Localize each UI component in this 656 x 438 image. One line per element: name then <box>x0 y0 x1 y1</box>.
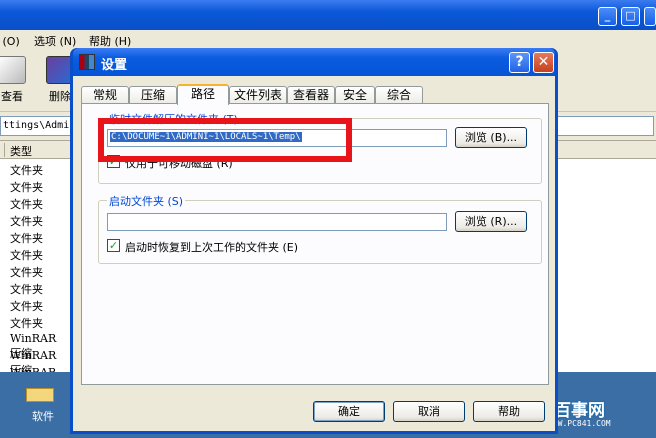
start-folder-group: 启动文件夹 (S) 浏览 (R)... ✓ 启动时恢复到上次工作的文件夹 (E) <box>98 193 542 264</box>
cancel-button[interactable]: 取消 <box>393 401 465 422</box>
folder-icon <box>26 388 54 402</box>
close-button[interactable] <box>644 7 656 26</box>
help-button[interactable]: 帮助 <box>473 401 545 422</box>
checkmark-icon[interactable]: ✓ <box>107 239 120 252</box>
minimize-button[interactable]: _ <box>598 7 617 26</box>
menu-bar: 夹 (O) 选项 (N) 帮助 (H) <box>0 30 656 50</box>
column-type[interactable]: 类型 <box>10 143 32 159</box>
menu-item-options[interactable]: 选项 (N) <box>34 33 76 49</box>
maximize-button[interactable]: □ <box>621 7 640 26</box>
start-folder-label: 启动文件夹 (S) <box>107 193 186 209</box>
menu-item-help[interactable]: 帮助 (H) <box>89 33 131 49</box>
list-item[interactable]: 文件夹 <box>10 230 70 247</box>
desktop-software-label[interactable]: 软件 <box>32 408 54 424</box>
list-item[interactable]: 文件夹 <box>10 179 70 196</box>
toolbar-view-button[interactable]: 查看 <box>0 54 34 108</box>
help-title-button[interactable]: ? <box>509 52 530 73</box>
list-item[interactable]: 文件夹 <box>10 281 70 298</box>
list-item[interactable]: WinRAR 压缩 <box>10 349 70 377</box>
start-folder-input[interactable] <box>107 213 447 231</box>
tab-security[interactable]: 安全 <box>335 86 375 104</box>
tab-compression[interactable]: 压缩 <box>129 86 177 104</box>
browse-start-button[interactable]: 浏览 (R)... <box>455 211 527 232</box>
list-item[interactable]: 文件夹 <box>10 315 70 332</box>
list-item[interactable]: 文件夹 <box>10 196 70 213</box>
list-item[interactable]: 文件夹 <box>10 247 70 264</box>
dialog-title: 设置 <box>101 58 128 73</box>
winrar-icon <box>79 54 95 70</box>
browse-temp-button[interactable]: 浏览 (B)... <box>455 127 527 148</box>
tab-paths[interactable]: 路径 <box>177 84 229 105</box>
list-item[interactable]: 文件夹 <box>10 213 70 230</box>
settings-dialog: 设置 ? ✕ 常规 压缩 路径 文件列表 查看器 安全 综合 临时文件解压的文件… <box>70 48 558 434</box>
background-titlebar <box>0 0 656 30</box>
list-item[interactable]: 文件夹 <box>10 264 70 281</box>
highlight-annotation <box>98 118 352 162</box>
restore-folder-label: 启动时恢复到上次工作的文件夹 (E) <box>125 241 299 254</box>
toolbar-delete-label: 删除 <box>49 90 71 103</box>
tab-file-list[interactable]: 文件列表 <box>229 86 287 104</box>
dialog-titlebar[interactable]: 设置 ? ✕ <box>73 48 555 76</box>
list-item[interactable]: 文件夹 <box>10 162 70 179</box>
close-dialog-button[interactable]: ✕ <box>533 52 554 73</box>
tab-general[interactable]: 常规 <box>81 86 129 104</box>
list-item[interactable]: 文件夹 <box>10 298 70 315</box>
list-item[interactable]: WinRAR 压缩 <box>10 332 70 360</box>
tab-viewer[interactable]: 查看器 <box>287 86 335 104</box>
view-icon <box>0 56 26 84</box>
menu-item-folder[interactable]: 夹 (O) <box>0 33 20 49</box>
ok-button[interactable]: 确定 <box>313 401 385 422</box>
tab-misc[interactable]: 综合 <box>375 86 423 104</box>
toolbar-view-label: 查看 <box>1 90 23 103</box>
